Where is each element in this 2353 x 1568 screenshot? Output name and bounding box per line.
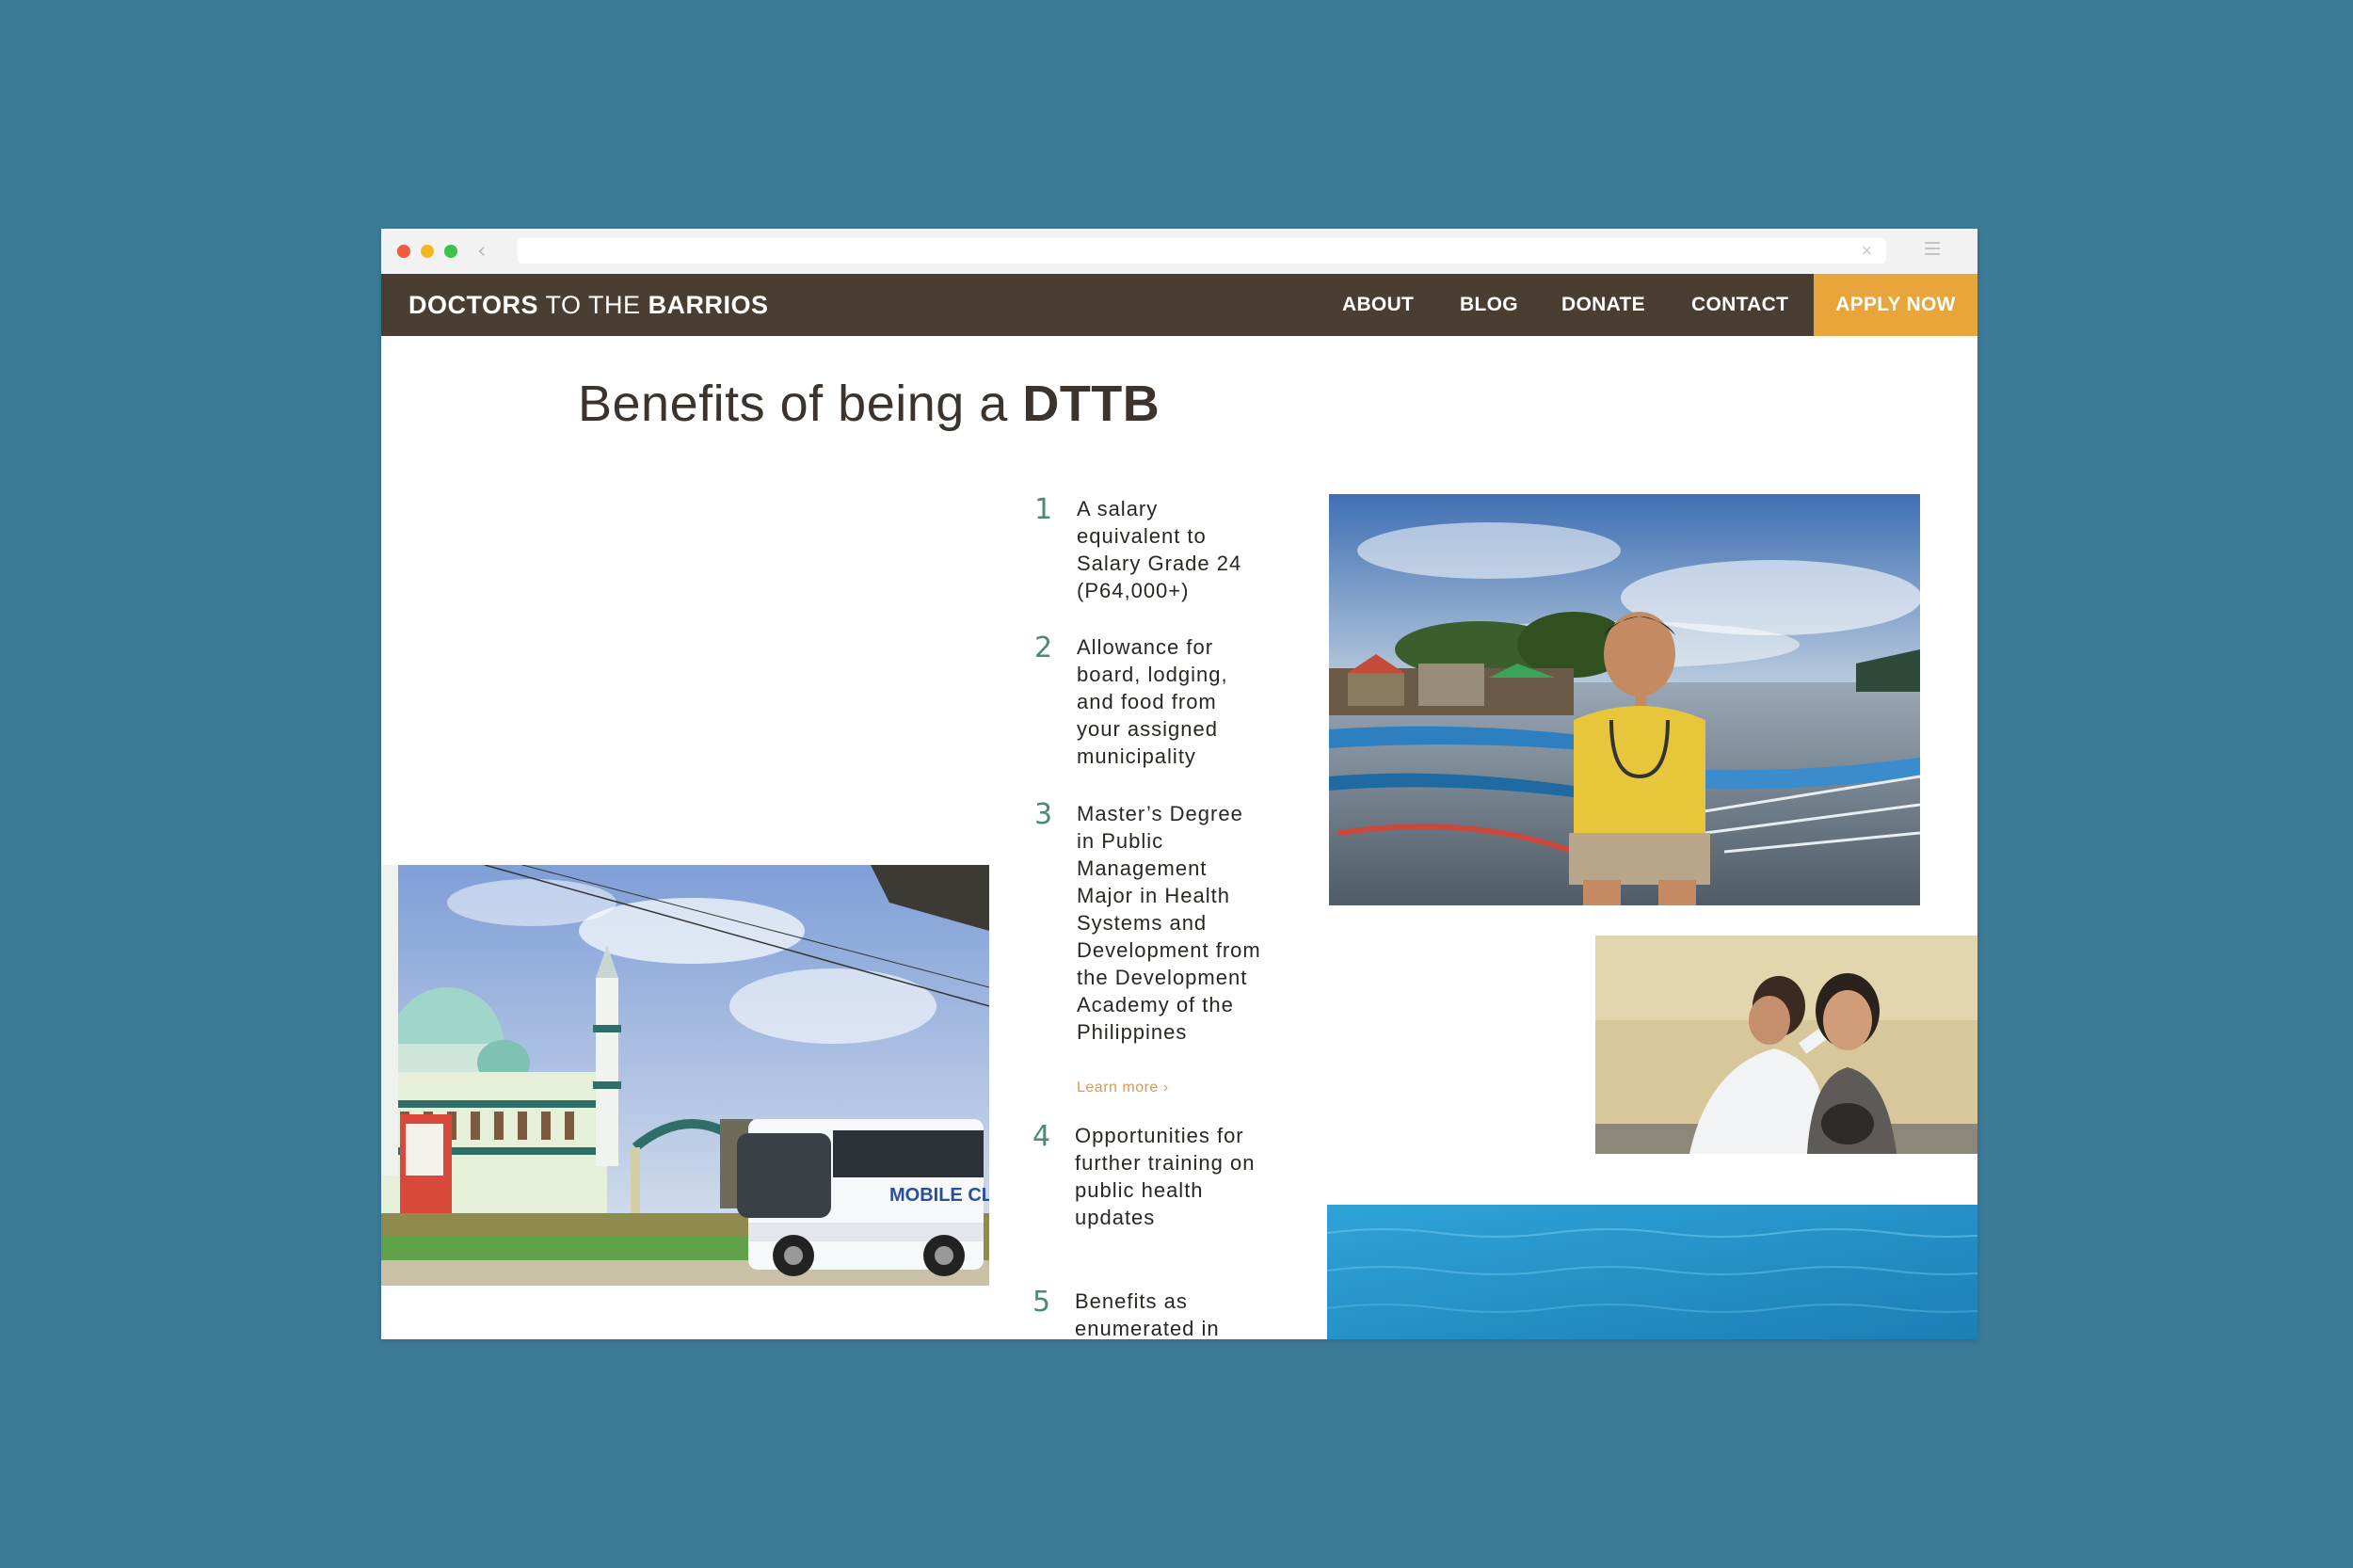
benefit-text: Opportunities for further training on pu… <box>1075 1124 1256 1229</box>
nav-donate[interactable]: DONATE <box>1561 274 1645 336</box>
mosque-bus-photo: MOBILE CLINIC <box>381 865 989 1286</box>
nav-about[interactable]: ABOUT <box>1342 274 1414 336</box>
close-window-button[interactable] <box>397 245 410 258</box>
close-icon[interactable]: × <box>1861 241 1873 259</box>
site-logo[interactable]: DOCTORS TO THE BARRIOS <box>408 274 769 336</box>
browser-chrome: ‹ × <box>381 229 1977 275</box>
page-title: Benefits of being a DTTB <box>578 376 1160 432</box>
hamburger-icon[interactable] <box>1925 242 1940 259</box>
minimize-window-button[interactable] <box>421 245 434 258</box>
learn-more-link[interactable]: Learn more › <box>1077 1080 1169 1096</box>
benefit-number: 3 <box>1034 798 1053 831</box>
benefit-number: 1 <box>1034 493 1053 526</box>
nav-contact[interactable]: CONTACT <box>1691 274 1788 336</box>
browser-window: ‹ × DOCTORS TO THE BARRIOS ABOUT BLOG DO… <box>381 229 1977 1339</box>
address-bar[interactable]: × <box>518 238 1886 264</box>
benefit-text: A salary equivalent to Salary Grade 24 (… <box>1077 497 1242 602</box>
checkup-photo <box>1595 936 1977 1154</box>
bus-sign-text: MOBILE CLINIC <box>889 1185 989 1206</box>
benefit-number: 4 <box>1032 1120 1051 1153</box>
benefit-number: 2 <box>1034 632 1053 664</box>
maximize-window-button[interactable] <box>444 245 457 258</box>
benefit-text: Master’s Degree in Public Management Maj… <box>1077 802 1261 1044</box>
apply-now-button[interactable]: APPLY NOW <box>1814 274 1977 336</box>
site-navbar: DOCTORS TO THE BARRIOS ABOUT BLOG DONATE… <box>381 274 1977 336</box>
doctor-boats-photo <box>1329 494 1920 905</box>
benefit-text: Benefits as enumerated in <box>1075 1289 1220 1339</box>
ocean-photo <box>1327 1205 1977 1339</box>
nav-blog[interactable]: BLOG <box>1460 274 1518 336</box>
benefit-number: 5 <box>1032 1286 1051 1319</box>
benefit-text: Allowance for board, lodging, and food f… <box>1077 635 1228 768</box>
chevron-left-icon[interactable]: ‹ <box>477 237 487 264</box>
